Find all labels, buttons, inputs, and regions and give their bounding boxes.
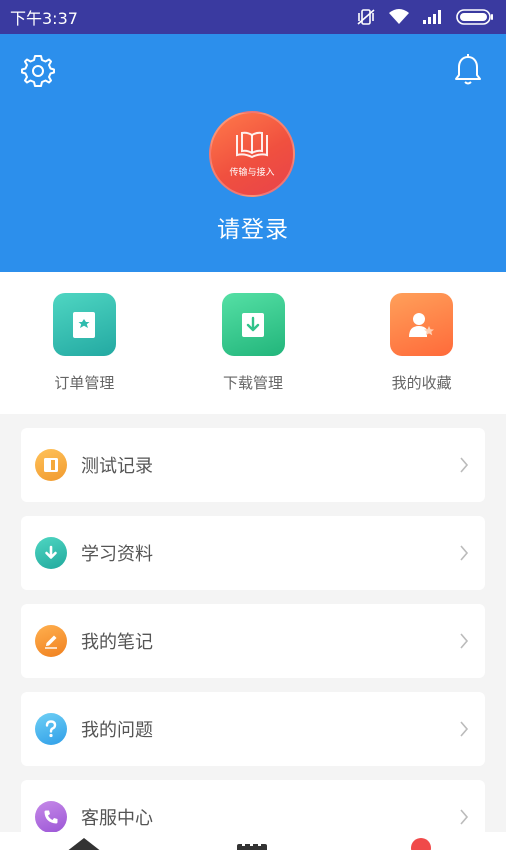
chevron-right-icon	[457, 721, 471, 737]
menu-item-test-records[interactable]: 测试记录	[21, 428, 485, 502]
chevron-right-icon	[457, 457, 471, 473]
home-tab-icon[interactable]	[64, 836, 104, 850]
notebook-icon	[44, 458, 58, 472]
favorite-user-icon	[408, 312, 434, 337]
grid-tab-icon[interactable]	[236, 840, 268, 850]
menu-icon-bg	[35, 625, 67, 657]
order-tile	[52, 293, 116, 356]
menu-item-label: 我的笔记	[81, 632, 153, 653]
question-icon	[45, 720, 57, 738]
menu-item-label: 测试记录	[81, 456, 153, 477]
chevron-right-icon	[457, 545, 471, 561]
shortcut-label: 下载管理	[223, 374, 284, 392]
profile-header: 传输与接入 请登录	[0, 34, 506, 272]
order-icon	[73, 311, 96, 338]
download-circle-icon	[45, 545, 57, 559]
download-icon	[242, 312, 264, 337]
book-icon	[236, 131, 268, 158]
notification-button[interactable]	[448, 50, 488, 90]
menu-icon-bg	[35, 449, 67, 481]
menu-item-my-notes[interactable]: 我的笔记	[21, 604, 485, 678]
shortcut-row: 订单管理 下载管理 我的收藏	[0, 272, 506, 414]
signal-icon	[423, 10, 441, 24]
notification-badge[interactable]	[411, 838, 431, 850]
avatar[interactable]: 传输与接入	[209, 111, 295, 197]
bell-icon	[455, 54, 481, 85]
shortcut-orders[interactable]: 订单管理	[0, 272, 169, 414]
menu-item-label: 客服中心	[81, 808, 153, 829]
shortcut-favorites[interactable]: 我的收藏	[337, 272, 506, 414]
menu-icon-bg	[35, 713, 67, 745]
settings-button[interactable]	[18, 50, 58, 90]
bottom-tab-bar	[0, 832, 506, 850]
status-bar: 下午3:37	[0, 0, 506, 34]
menu-item-label: 学习资料	[81, 544, 153, 565]
status-time: 下午3:37	[10, 9, 78, 28]
download-tile	[221, 293, 285, 356]
favorite-tile	[390, 293, 454, 356]
status-icons	[356, 8, 494, 26]
vibrate-off-icon	[357, 9, 375, 25]
wifi-icon	[389, 9, 409, 24]
menu-icon-bg	[35, 801, 67, 833]
chevron-right-icon	[457, 633, 471, 649]
shortcut-label: 订单管理	[54, 374, 115, 392]
shortcut-label: 我的收藏	[391, 374, 452, 392]
avatar-caption: 传输与接入	[229, 167, 275, 178]
pencil-icon	[45, 635, 57, 649]
menu-icon-bg	[35, 537, 67, 569]
menu-item-study-materials[interactable]: 学习资料	[21, 516, 485, 590]
shortcut-downloads[interactable]: 下载管理	[169, 272, 338, 414]
gear-icon	[21, 55, 55, 87]
battery-icon	[456, 9, 493, 25]
chevron-right-icon	[457, 809, 471, 825]
login-prompt[interactable]: 请登录	[0, 210, 506, 244]
phone-icon	[44, 810, 58, 824]
menu-item-label: 我的问题	[81, 720, 153, 741]
menu-item-my-questions[interactable]: 我的问题	[21, 692, 485, 766]
